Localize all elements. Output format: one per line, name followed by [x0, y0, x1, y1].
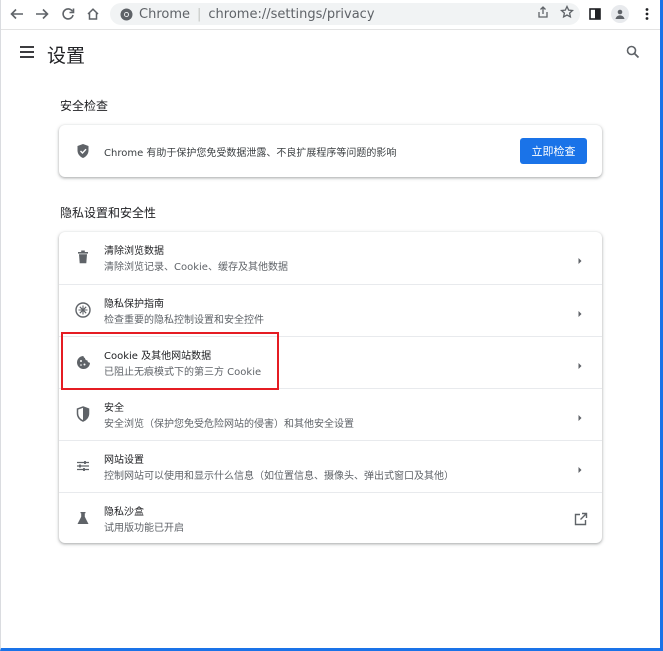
cookie-icon	[74, 353, 92, 371]
row-title: Cookie 及其他网站数据	[104, 351, 212, 362]
row-title: 清除浏览数据	[104, 246, 164, 257]
tune-icon	[74, 457, 92, 475]
safety-check-section-title: 安全检查	[60, 99, 109, 113]
more-menu-icon[interactable]	[637, 4, 657, 24]
security-row[interactable]: 安全 安全浏览（保护您免受危险网站的侵害）和其他安全设置	[59, 388, 602, 441]
site-settings-row[interactable]: 网站设置 控制网站可以使用和显示什么信息（如位置信息、摄像头、弹出式窗口及其他）	[59, 440, 602, 493]
row-title: 安全	[104, 403, 124, 414]
clear-browsing-data-row[interactable]: 清除浏览数据 清除浏览记录、Cookie、缓存及其他数据	[59, 232, 602, 284]
chevron-right-icon	[574, 461, 586, 473]
page-title: 设置	[47, 45, 86, 67]
hamburger-menu-icon[interactable]	[19, 44, 35, 58]
row-title: 隐私保护指南	[104, 299, 164, 310]
row-subtitle: 已阻止无痕模式下的第三方 Cookie	[104, 367, 262, 378]
privacy-section-title: 隐私设置和安全性	[60, 206, 157, 220]
row-subtitle: 安全浏览（保护您免受危险网站的侵害）和其他安全设置	[104, 419, 354, 430]
privacy-sandbox-row[interactable]: 隐私沙盒 试用版功能已开启	[59, 492, 602, 545]
chevron-right-icon	[574, 252, 586, 264]
trash-icon	[74, 248, 92, 266]
reload-icon[interactable]	[58, 4, 78, 24]
browser-window: Chrome | chrome://settings/privacy 设置 安全…	[0, 0, 663, 651]
share-icon[interactable]	[536, 5, 550, 23]
profile-icon[interactable]	[611, 5, 629, 23]
chevron-right-icon	[574, 409, 586, 421]
omnibox-url: chrome://settings/privacy	[208, 6, 375, 22]
side-panel-icon[interactable]	[585, 4, 605, 24]
omnibox-separator: |	[197, 6, 202, 22]
flask-icon	[74, 509, 92, 527]
chevron-right-icon	[574, 305, 586, 317]
row-subtitle: 控制网站可以使用和显示什么信息（如位置信息、摄像头、弹出式窗口及其他）	[104, 471, 454, 482]
cookies-row[interactable]: Cookie 及其他网站数据 已阻止无痕模式下的第三方 Cookie	[59, 336, 602, 389]
row-subtitle: 检查重要的隐私控制设置和安全控件	[104, 315, 264, 326]
check-now-button[interactable]: 立即检查	[520, 138, 587, 164]
row-title: 网站设置	[104, 455, 144, 466]
search-icon[interactable]	[626, 44, 642, 60]
safety-check-description: Chrome 有助于保护您免受数据泄露、不良扩展程序等问题的影响	[104, 148, 397, 159]
settings-header: 设置	[1, 30, 660, 76]
address-bar[interactable]: Chrome | chrome://settings/privacy	[110, 3, 580, 25]
open-in-new-icon[interactable]	[574, 511, 588, 526]
bookmark-star-icon[interactable]	[559, 4, 575, 23]
privacy-card: 清除浏览数据 清除浏览记录、Cookie、缓存及其他数据 隐私保护指南 检查重要…	[59, 232, 602, 543]
shield-icon	[74, 405, 92, 423]
back-icon[interactable]	[7, 4, 27, 24]
privacy-guide-icon	[74, 301, 92, 319]
row-subtitle: 清除浏览记录、Cookie、缓存及其他数据	[104, 262, 288, 273]
shield-check-icon	[74, 142, 92, 160]
forward-icon[interactable]	[32, 4, 52, 24]
omnibox-actions	[536, 3, 575, 25]
privacy-guide-row[interactable]: 隐私保护指南 检查重要的隐私控制设置和安全控件	[59, 284, 602, 337]
row-title: 隐私沙盒	[104, 507, 144, 518]
browser-toolbar: Chrome | chrome://settings/privacy	[1, 0, 660, 30]
row-subtitle: 试用版功能已开启	[104, 523, 184, 534]
chrome-logo-icon	[119, 7, 133, 21]
chevron-right-icon	[574, 357, 586, 369]
omnibox-origin: Chrome	[139, 6, 190, 22]
safety-check-card: Chrome 有助于保护您免受数据泄露、不良扩展程序等问题的影响 立即检查	[59, 125, 602, 177]
home-icon[interactable]	[83, 4, 103, 24]
